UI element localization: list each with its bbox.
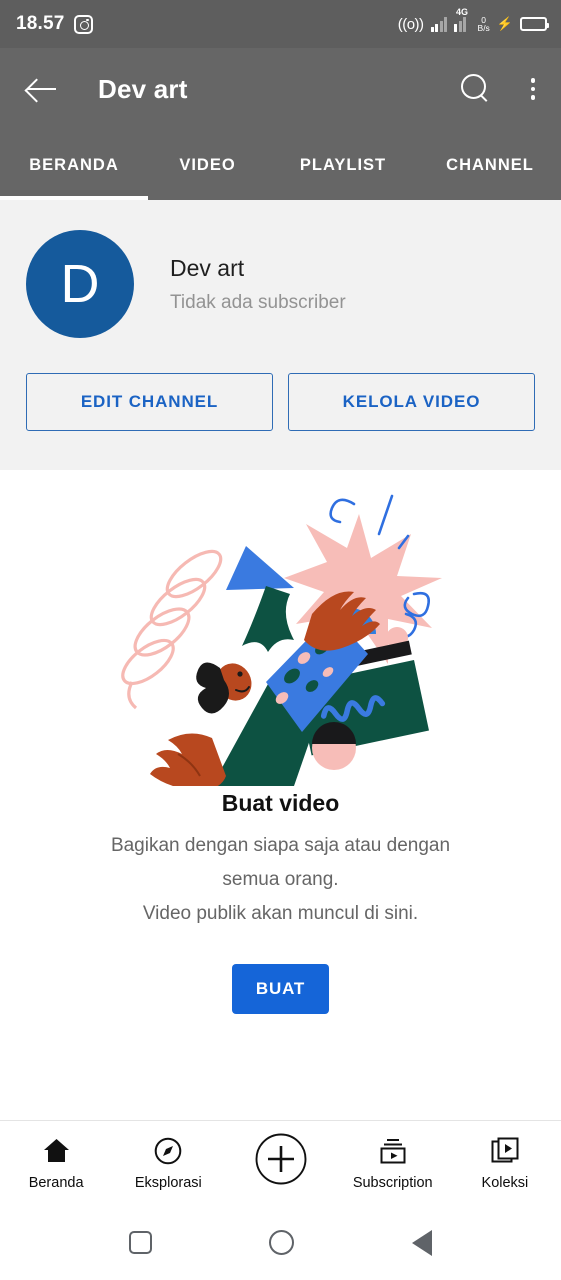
tab-playlist[interactable]: PLAYLIST	[267, 130, 419, 200]
buat-button[interactable]: BUAT	[232, 964, 329, 1014]
bottom-nav-item-subscription[interactable]: Subscription	[337, 1136, 449, 1191]
subscriber-count: Tidak ada subscriber	[170, 291, 346, 313]
library-icon	[491, 1136, 519, 1166]
search-icon[interactable]	[460, 74, 491, 104]
empty-state-description: Bagikan dengan siapa saja atau dengan se…	[81, 829, 481, 931]
channel-identity-row: D Dev art Tidak ada subscriber	[26, 200, 535, 338]
tab-channel[interactable]: CHANNEL	[419, 130, 561, 200]
triangle-back-icon[interactable]	[412, 1229, 433, 1256]
edit-channel-button[interactable]: EDIT CHANNEL	[26, 373, 273, 431]
more-vertical-icon[interactable]	[527, 74, 540, 104]
empty-state-title: Buat video	[221, 790, 340, 816]
plus-circle-icon	[255, 1133, 307, 1185]
bottom-nav-label-eksplorasi: Eksplorasi	[134, 1174, 202, 1191]
tab-video[interactable]: VIDEO	[148, 130, 267, 200]
status-bar-right: ((o)) 4G 0 B/s ⚡	[397, 7, 549, 33]
avatar[interactable]: D	[26, 230, 134, 338]
status-time: 18.57	[16, 13, 65, 34]
phone-screen: 18.57 ((o)) 4G 0 B/s ⚡ Dev art BERANDA V…	[0, 0, 561, 1280]
compass-icon	[154, 1136, 182, 1166]
channel-actions: EDIT CHANNEL KELOLA VIDEO	[26, 373, 535, 431]
app-bar: Dev art	[0, 48, 561, 130]
instagram-icon	[73, 14, 93, 34]
empty-state-line3: Video publik akan muncul di sini.	[142, 903, 419, 924]
empty-state-line2: semua orang.	[222, 869, 339, 890]
network-speed: 0 B/s	[477, 16, 490, 33]
page-title: Dev art	[98, 73, 188, 104]
network-type-label: 4G	[456, 7, 469, 17]
channel-header: D Dev art Tidak ada subscriber EDIT CHAN…	[0, 200, 561, 470]
hotspot-icon: ((o))	[397, 15, 424, 33]
create-video-illustration	[120, 494, 442, 786]
kelola-video-button[interactable]: KELOLA VIDEO	[288, 373, 535, 431]
tab-bar: BERANDA VIDEO PLAYLIST CHANNEL	[0, 130, 561, 200]
channel-name: Dev art	[170, 254, 245, 281]
tab-beranda[interactable]: BERANDA	[0, 130, 148, 200]
empty-state-line1: Bagikan dengan siapa saja atau dengan	[110, 835, 451, 856]
status-bar-left: 18.57	[16, 13, 93, 35]
signal-bars-icon-1	[430, 16, 448, 32]
android-navigation-bar	[0, 1205, 561, 1280]
battery-icon	[520, 17, 549, 31]
bottom-nav-item-create[interactable]	[224, 1133, 336, 1194]
signal-bars-icon-2: 4G	[454, 7, 471, 32]
charging-bolt-icon: ⚡	[496, 16, 513, 31]
square-recents-icon[interactable]	[128, 1231, 152, 1254]
bottom-nav-label-subscription: Subscription	[352, 1174, 433, 1191]
home-icon	[43, 1136, 70, 1166]
bottom-navigation: Beranda Eksplorasi Subscription Koleksi	[0, 1120, 561, 1205]
status-bar: 18.57 ((o)) 4G 0 B/s ⚡	[0, 0, 561, 48]
circle-home-icon[interactable]	[269, 1230, 295, 1255]
back-arrow-icon[interactable]	[26, 72, 60, 106]
bottom-nav-item-eksplorasi[interactable]: Eksplorasi	[112, 1136, 224, 1191]
subscriptions-icon	[378, 1136, 408, 1166]
empty-state: Buat video Bagikan dengan siapa saja ata…	[0, 470, 561, 1120]
channel-meta: Dev art Tidak ada subscriber	[170, 255, 346, 314]
tab-active-indicator	[0, 196, 148, 200]
bottom-nav-item-koleksi[interactable]: Koleksi	[449, 1136, 561, 1191]
bottom-nav-item-beranda[interactable]: Beranda	[0, 1136, 112, 1191]
network-speed-unit: B/s	[477, 23, 490, 33]
bottom-nav-label-koleksi: Koleksi	[481, 1174, 529, 1191]
bottom-nav-label-beranda: Beranda	[28, 1174, 84, 1191]
